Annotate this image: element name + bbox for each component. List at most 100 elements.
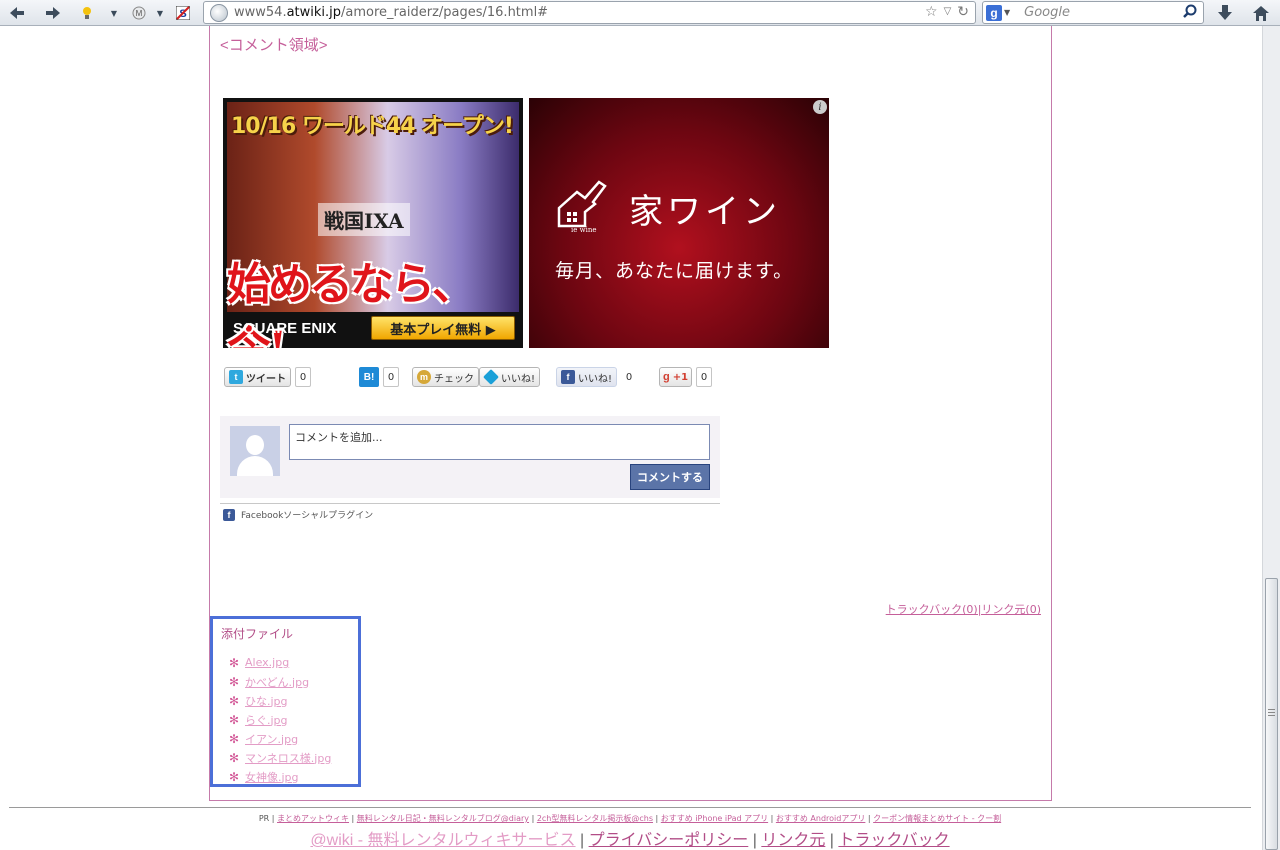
bullet-star-icon: ✻ bbox=[229, 674, 240, 689]
footer-referrer-link[interactable]: リンク元 bbox=[761, 832, 825, 849]
url-text[interactable]: www54.atwiki.jp/amore_raiderz/pages/16.h… bbox=[234, 5, 548, 20]
footer-trackback-link[interactable]: トラックバック bbox=[838, 832, 949, 849]
facebook-like-share: f いいね! 0 bbox=[556, 367, 638, 387]
addon-s-icon[interactable]: S bbox=[174, 2, 192, 24]
mixi-check-button[interactable]: m チェック bbox=[412, 367, 479, 387]
dropdown-arrow-icon-2[interactable]: ▼ bbox=[154, 2, 166, 24]
bullet-star-icon: ✻ bbox=[229, 769, 240, 784]
list-item: ✻ Alex.jpg bbox=[229, 653, 331, 672]
addon-m-icon[interactable]: M bbox=[130, 2, 148, 24]
mixi-like-share: いいね! bbox=[479, 367, 541, 387]
file-link[interactable]: イアン.jpg bbox=[245, 731, 298, 747]
comment-submit-button[interactable]: コメントする bbox=[630, 464, 710, 490]
search-placeholder[interactable]: Google bbox=[1024, 5, 1070, 20]
home-icon[interactable] bbox=[1250, 2, 1272, 24]
footer-link[interactable]: 無料レンタル日記・無料レンタルブログ@diary bbox=[357, 814, 529, 823]
avatar bbox=[230, 426, 280, 476]
footer-main-links: @wiki - 無料レンタルウィキサービス | プライバシーポリシー | リンク… bbox=[310, 832, 950, 849]
tweet-button[interactable]: t ツイート bbox=[224, 367, 291, 387]
ad-subtitle: 毎月、あなたに届けます。 bbox=[555, 260, 794, 282]
list-item: ✻ ひな.jpg bbox=[229, 691, 331, 710]
iewine-ad-banner[interactable]: i ie wine 家ワイン 毎月、あなたに届けます。 bbox=[529, 98, 829, 348]
browser-toolbar: ▼ M ▼ S www54.atwiki.jp/amore_raiderz/pa… bbox=[0, 0, 1280, 26]
search-bar[interactable]: g ▼ Google bbox=[982, 1, 1204, 24]
mixi-like-label: いいね! bbox=[501, 373, 536, 385]
mixi-check-label: チェック bbox=[434, 373, 474, 385]
file-link[interactable]: マンネロス様.jpg bbox=[245, 750, 331, 766]
reload-icon[interactable]: ↻ bbox=[957, 4, 969, 20]
gplus-button[interactable]: g +1 bbox=[659, 367, 693, 387]
ad-title: 家ワイン bbox=[629, 192, 781, 232]
history-dropdown-icon[interactable]: ▽ bbox=[944, 4, 952, 20]
address-bar[interactable]: www54.atwiki.jp/amore_raiderz/pages/16.h… bbox=[203, 1, 976, 24]
mixi-like-hex-icon bbox=[483, 369, 499, 385]
search-icon[interactable] bbox=[1183, 4, 1197, 22]
twitter-bird-icon: t bbox=[229, 370, 243, 384]
footer-link[interactable]: 2ch型無料レンタル掲示板@chs bbox=[537, 814, 653, 823]
footer-link[interactable]: クーポン情報まとめサイト - クー割 bbox=[873, 814, 1001, 823]
file-link[interactable]: ひな.jpg bbox=[245, 693, 288, 709]
footer-link[interactable]: おすすめ Androidアプリ bbox=[776, 814, 865, 823]
comment-input[interactable]: コメントを追加... bbox=[289, 424, 710, 460]
back-arrow-icon[interactable] bbox=[6, 2, 28, 24]
gplus-label: +1 bbox=[672, 371, 689, 383]
bullet-star-icon: ✻ bbox=[229, 693, 240, 708]
hatena-count: 0 bbox=[383, 367, 399, 387]
footer-pr-label: PR bbox=[258, 814, 270, 823]
lightbulb-icon[interactable] bbox=[78, 2, 96, 24]
google-icon[interactable]: g bbox=[986, 4, 1002, 21]
bookmark-star-icon[interactable]: ☆ bbox=[925, 4, 938, 20]
list-item: ✻ かべどん.jpg bbox=[229, 672, 331, 691]
tweet-label: ツイート bbox=[246, 373, 286, 385]
scrollbar-grip-icon bbox=[1268, 709, 1275, 717]
tweet-count: 0 bbox=[295, 367, 311, 387]
facebook-like-label: いいね! bbox=[578, 373, 613, 385]
file-link[interactable]: 女神像.jpg bbox=[245, 769, 299, 785]
mixi-like-button[interactable]: いいね! bbox=[479, 367, 541, 387]
scrollbar-thumb[interactable] bbox=[1265, 578, 1278, 850]
file-link[interactable]: らぐ.jpg bbox=[245, 712, 288, 728]
facebook-comments-widget: コメントを追加... コメントする bbox=[220, 416, 720, 498]
facebook-f-icon: f bbox=[561, 370, 575, 384]
svg-text:M: M bbox=[136, 9, 143, 18]
gplus-share: g +1 0 bbox=[659, 367, 713, 387]
facebook-plugin-label[interactable]: Facebookソーシャルプラグイン bbox=[241, 508, 373, 521]
dropdown-arrow-icon[interactable]: ▼ bbox=[108, 2, 120, 24]
list-item: ✻ らぐ.jpg bbox=[229, 710, 331, 729]
facebook-like-count: 0 bbox=[621, 367, 638, 387]
ad-brand-small: ie wine bbox=[571, 226, 597, 234]
list-item: ✻ 女神像.jpg bbox=[229, 767, 331, 786]
ad-info-icon[interactable]: i bbox=[813, 100, 827, 114]
trackback-link[interactable]: トラックバック(0)|リンク元(0) bbox=[886, 601, 1041, 617]
facebook-icon: f bbox=[223, 508, 235, 521]
list-item: ✻ マンネロス様.jpg bbox=[229, 748, 331, 767]
footer-link[interactable]: まとめアットウィキ bbox=[277, 814, 349, 823]
hatena-bookmark-icon[interactable]: B! bbox=[359, 367, 379, 387]
facebook-like-button[interactable]: f いいね! bbox=[556, 367, 618, 387]
facebook-plugin-credit: f Facebookソーシャルプラグイン bbox=[223, 508, 373, 521]
gplus-count: 0 bbox=[696, 367, 713, 387]
attached-files-list: ✻ Alex.jpg ✻ かべどん.jpg ✻ ひな.jpg ✻ らぐ.jpg ✻ イアン… bbox=[229, 653, 331, 786]
footer-privacy-link[interactable]: プライバシーポリシー bbox=[589, 832, 749, 849]
footer-atwiki-link[interactable]: @wiki - 無料レンタルウィキサービス bbox=[310, 832, 575, 849]
ad-cta-button[interactable]: 基本プレイ無料 ▶ bbox=[371, 316, 515, 340]
mixi-check-share: m チェック bbox=[412, 367, 479, 387]
footer-link[interactable]: おすすめ iPhone iPad アプリ bbox=[661, 814, 768, 823]
tweet-share: t ツイート 0 bbox=[224, 367, 311, 387]
bullet-star-icon: ✻ bbox=[229, 712, 240, 727]
attached-files-title: 添付ファイル bbox=[221, 627, 294, 641]
vertical-scrollbar[interactable] bbox=[1262, 26, 1280, 850]
footer-divider bbox=[9, 807, 1251, 808]
search-engine-dropdown-icon[interactable]: ▼ bbox=[1004, 8, 1010, 17]
footer-pr-links: PR | まとめアットウィキ | 無料レンタル日記・無料レンタルブログ@diar… bbox=[258, 814, 1002, 823]
file-link[interactable]: Alex.jpg bbox=[245, 656, 289, 669]
forward-arrow-icon[interactable] bbox=[42, 2, 64, 24]
download-arrow-icon[interactable] bbox=[1214, 2, 1236, 24]
mixi-icon: m bbox=[417, 370, 431, 384]
square-enix-ad-banner[interactable]: 10/16 ワールド44 オープン! 戦国IXA 始めるなら、今! SQUARE… bbox=[223, 98, 523, 348]
bullet-star-icon: ✻ bbox=[229, 750, 240, 765]
ad-game-logo: 戦国IXA bbox=[318, 203, 410, 236]
file-link[interactable]: かべどん.jpg bbox=[245, 674, 309, 690]
comment-area-link[interactable]: <コメント領域> bbox=[220, 34, 328, 55]
attached-files-box: 添付ファイル ✻ Alex.jpg ✻ かべどん.jpg ✻ ひな.jpg ✻ らぐ.j… bbox=[210, 616, 361, 787]
